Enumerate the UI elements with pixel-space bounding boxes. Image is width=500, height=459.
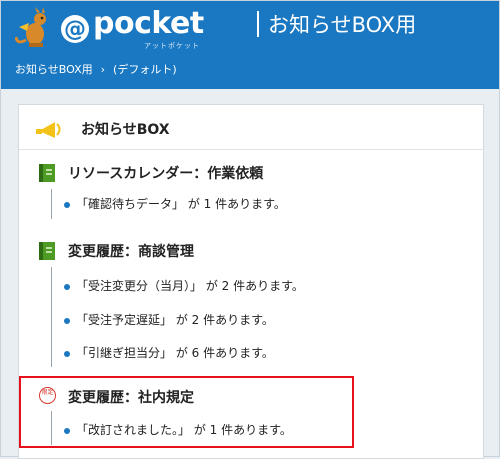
breadcrumb-current: (デフォルト)	[113, 63, 177, 76]
panel-header: お知らせBOX	[19, 105, 483, 150]
notice-section: リソースカレンダー：作業依頼 「確認待ちデータ」 が 1 件あります。	[19, 163, 483, 223]
kangaroo-mascot-icon	[15, 7, 46, 47]
notice-item[interactable]: 「受注変更分（当月）」 が 2 件あります。	[64, 277, 304, 294]
notice-item[interactable]: 「引継ぎ担当分」 が 6 件あります。	[64, 344, 274, 361]
megaphone-icon	[36, 122, 61, 138]
header-divider	[257, 11, 259, 37]
bullet-icon	[64, 317, 70, 324]
section-item-list: 「受注変更分（当月）」 が 2 件あります。 「受注予定遅延」 が 2 件ありま…	[51, 267, 304, 367]
green-book-icon	[39, 242, 55, 260]
notice-item[interactable]: 「受注予定遅延」 が 2 件あります。	[64, 311, 274, 328]
highlight-box	[19, 376, 354, 448]
breadcrumb-separator: ›	[100, 63, 106, 76]
logo-wordmark: pocket	[93, 6, 204, 41]
app-title: お知らせBOX用	[268, 13, 417, 37]
breadcrumb: お知らせBOX用 › (デフォルト)	[15, 61, 177, 77]
section-item-list: 「確認待ちデータ」 が 1 件あります。	[51, 189, 286, 219]
panel-title: お知らせBOX	[81, 122, 170, 138]
app-header: @ pocket アットポケット お知らせBOX用 お知らせBOX用 › (デフォル…	[1, 1, 499, 89]
logo-tagline: アットポケット	[144, 42, 200, 50]
section-title: 変更履歴：商談管理	[68, 244, 194, 260]
section-title: リソースカレンダー：作業依頼	[68, 166, 264, 182]
breadcrumb-root-link[interactable]: お知らせBOX用	[15, 63, 93, 76]
bullet-icon	[64, 350, 70, 357]
logo-at-mark: @	[61, 15, 89, 43]
bullet-icon	[64, 201, 70, 208]
bullet-icon	[64, 283, 70, 290]
notice-item[interactable]: 「確認待ちデータ」 が 1 件あります。	[64, 195, 286, 212]
green-book-icon	[39, 164, 55, 182]
notice-section: 変更履歴：商談管理 「受注変更分（当月）」 が 2 件あります。 「受注予定遅延…	[19, 241, 483, 371]
